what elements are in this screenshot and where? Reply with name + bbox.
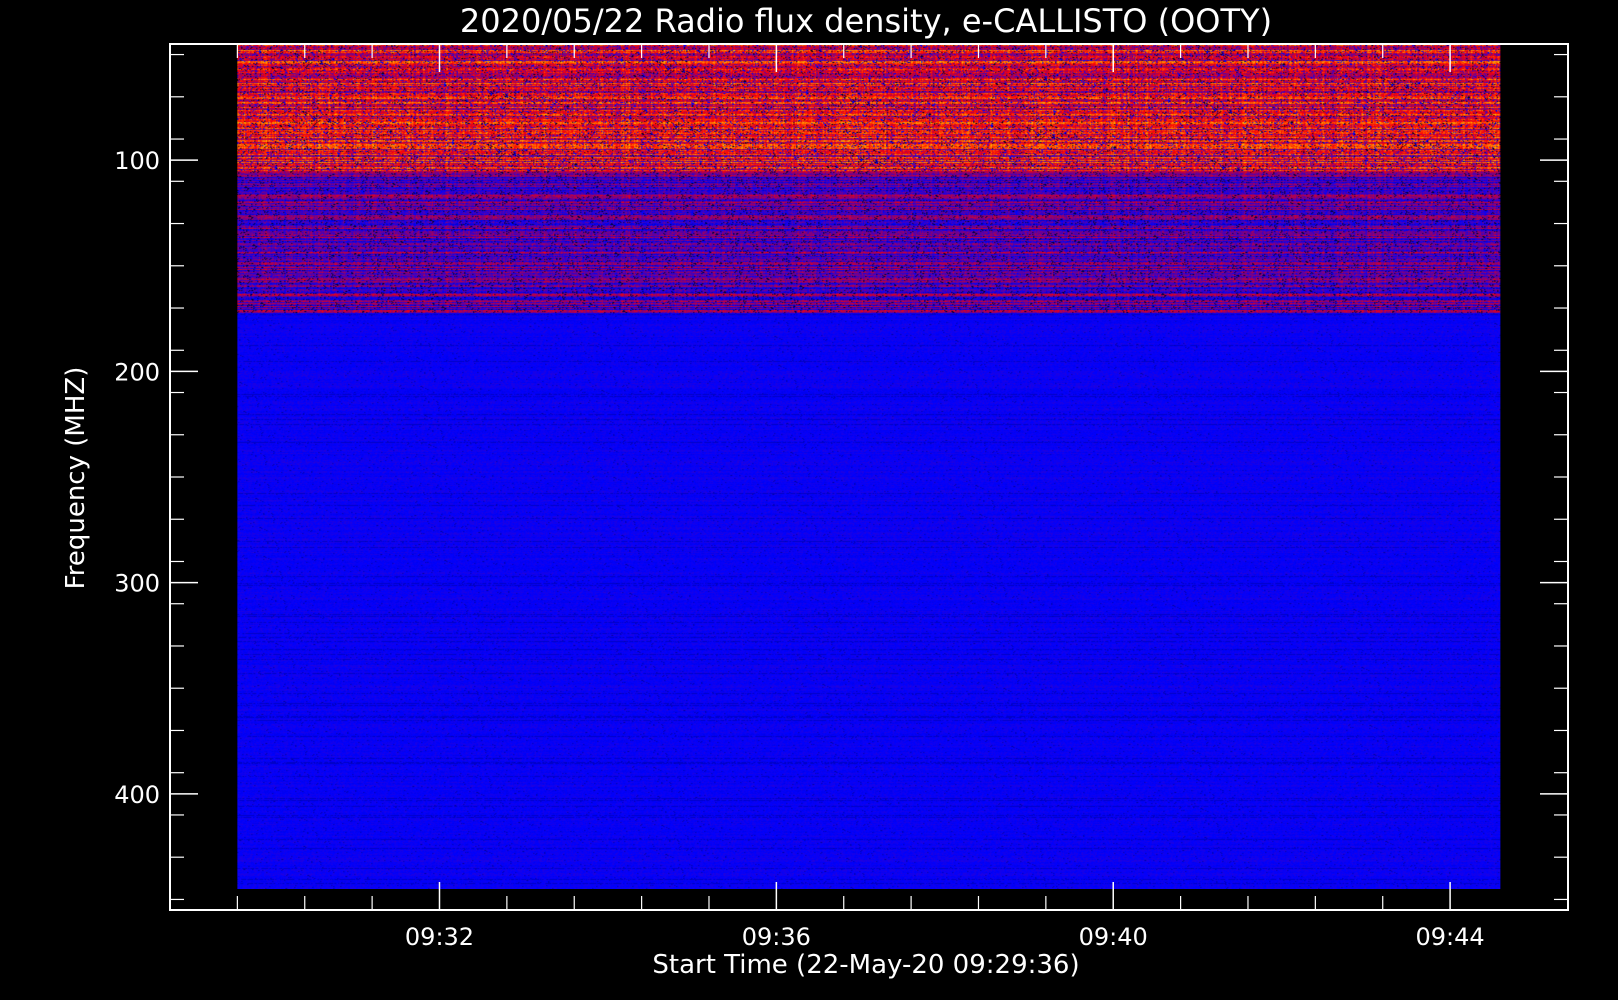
x-tick-label: 09:44 — [1416, 923, 1485, 951]
x-tick-label: 09:36 — [742, 923, 811, 951]
spectrogram-data — [237, 44, 1501, 889]
spectrogram-raster — [237, 44, 1501, 889]
y-tick-label: 100 — [114, 147, 160, 175]
x-tick-label: 09:32 — [405, 923, 474, 951]
y-tick-label: 300 — [114, 570, 160, 598]
y-tick-label: 200 — [114, 358, 160, 386]
chart-title: 2020/05/22 Radio flux density, e-CALLIST… — [460, 2, 1272, 40]
x-tick-label: 09:40 — [1079, 923, 1148, 951]
spectrogram-figure: 2020/05/22 Radio flux density, e-CALLIST… — [0, 0, 1618, 1000]
x-axis-title: Start Time (22-May-20 09:29:36) — [652, 950, 1079, 980]
y-tick-label: 400 — [114, 781, 160, 809]
y-axis-title: Frequency (MHZ) — [61, 367, 91, 590]
